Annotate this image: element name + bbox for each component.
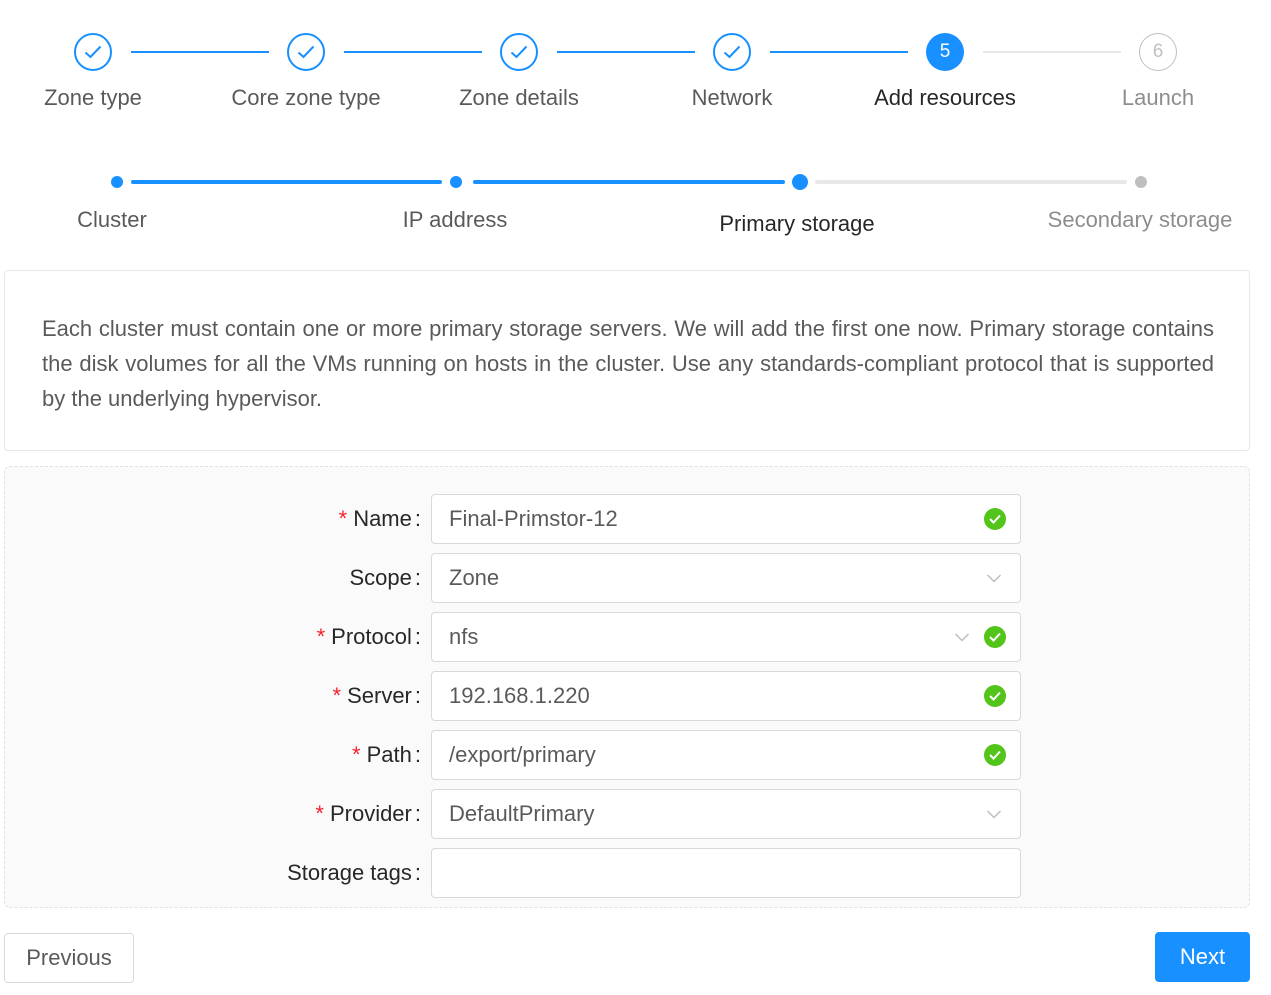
server-label: * Server:: [332, 683, 421, 708]
substep-title-ip-address: IP address: [402, 207, 508, 232]
name-input-value: Final-Primstor-12: [449, 506, 618, 531]
form-row-provider: * Provider: DefaultPrimary: [5, 789, 1251, 839]
protocol-label: * Protocol:: [316, 624, 421, 649]
required-mark: *: [315, 801, 324, 826]
name-label: * Name:: [338, 506, 421, 531]
required-mark: *: [332, 683, 342, 708]
provider-select[interactable]: DefaultPrimary: [431, 789, 1021, 839]
required-mark: *: [316, 624, 326, 649]
protocol-select[interactable]: nfs: [431, 612, 1021, 662]
form-row-name: * Name: Final-Primstor-12: [5, 494, 1251, 544]
storage-tags-label: Storage tags:: [287, 860, 421, 885]
path-input[interactable]: /export/primary: [431, 730, 1021, 780]
check-icon: [713, 33, 751, 71]
substep-title-primary-storage: Primary storage: [719, 211, 875, 236]
substep-connector: [131, 180, 442, 184]
check-circle-icon: [984, 508, 1006, 530]
step-core-zone-type: Core zone type: [216, 33, 396, 113]
step-launch: 6 Launch: [1068, 33, 1248, 113]
step-number-badge: 6: [1139, 33, 1177, 71]
substep-connector: [815, 180, 1127, 184]
substep-dot-ip-address: [450, 176, 462, 188]
scope-select[interactable]: Zone: [431, 553, 1021, 603]
path-label: * Path:: [352, 742, 421, 767]
description-text: Each cluster must contain one or more pr…: [42, 316, 1214, 411]
main-steps: Zone type Core zone type Zone details Ne…: [0, 0, 1271, 140]
step-zone-details: Zone details: [429, 33, 609, 113]
storage-tags-input[interactable]: [431, 848, 1021, 898]
check-icon: [74, 33, 112, 71]
form-row-storage-tags: Storage tags:: [5, 848, 1251, 898]
form-row-server: * Server: 192.168.1.220: [5, 671, 1251, 721]
provider-select-value: DefaultPrimary: [449, 801, 595, 826]
provider-label: * Provider:: [315, 801, 421, 826]
form-row-scope: Scope: Zone: [5, 553, 1251, 603]
substep-dot-primary-storage: [792, 174, 808, 190]
step-add-resources: 5 Add resources: [855, 33, 1035, 113]
substep-connector: [473, 180, 785, 184]
required-mark: *: [338, 506, 348, 531]
scope-select-value: Zone: [449, 565, 500, 590]
step-network: Network: [642, 33, 822, 113]
check-icon: [500, 33, 538, 71]
step-title: Launch: [1121, 85, 1195, 110]
step-title: Core zone type: [231, 85, 381, 110]
required-mark: *: [352, 742, 361, 767]
step-number-badge: 5: [926, 33, 964, 71]
chevron-down-icon: [986, 574, 1002, 583]
step-title: Add resources: [874, 85, 1016, 110]
chevron-down-icon: [986, 810, 1002, 819]
protocol-select-value: nfs: [449, 624, 479, 649]
primary-storage-form: * Name: Final-Primstor-12 Scope: Zone * Pr…: [4, 466, 1250, 908]
step-title: Zone details: [459, 85, 579, 110]
previous-button[interactable]: Previous: [4, 933, 134, 983]
chevron-down-icon: [954, 633, 970, 642]
scope-label: Scope:: [349, 565, 421, 590]
check-circle-icon: [984, 685, 1006, 707]
server-input[interactable]: 192.168.1.220: [431, 671, 1021, 721]
substep-title-secondary-storage: Secondary storage: [1047, 207, 1233, 232]
check-circle-icon: [984, 626, 1006, 648]
name-input[interactable]: Final-Primstor-12: [431, 494, 1021, 544]
form-row-path: * Path: /export/primary: [5, 730, 1251, 780]
server-input-value: 192.168.1.220: [449, 683, 590, 708]
path-input-value: /export/primary: [449, 742, 596, 767]
check-icon: [287, 33, 325, 71]
step-title: Zone type: [44, 85, 142, 110]
step-title: Network: [691, 85, 773, 110]
form-row-protocol: * Protocol: nfs: [5, 612, 1251, 662]
step-zone-type: Zone type: [3, 33, 183, 113]
next-button[interactable]: Next: [1155, 932, 1250, 982]
check-circle-icon: [984, 744, 1006, 766]
substep-dot-cluster: [111, 176, 123, 188]
substep-title-cluster: Cluster: [77, 207, 147, 232]
substep-dot-secondary-storage: [1135, 176, 1147, 188]
description-card: Each cluster must contain one or more pr…: [4, 270, 1250, 451]
